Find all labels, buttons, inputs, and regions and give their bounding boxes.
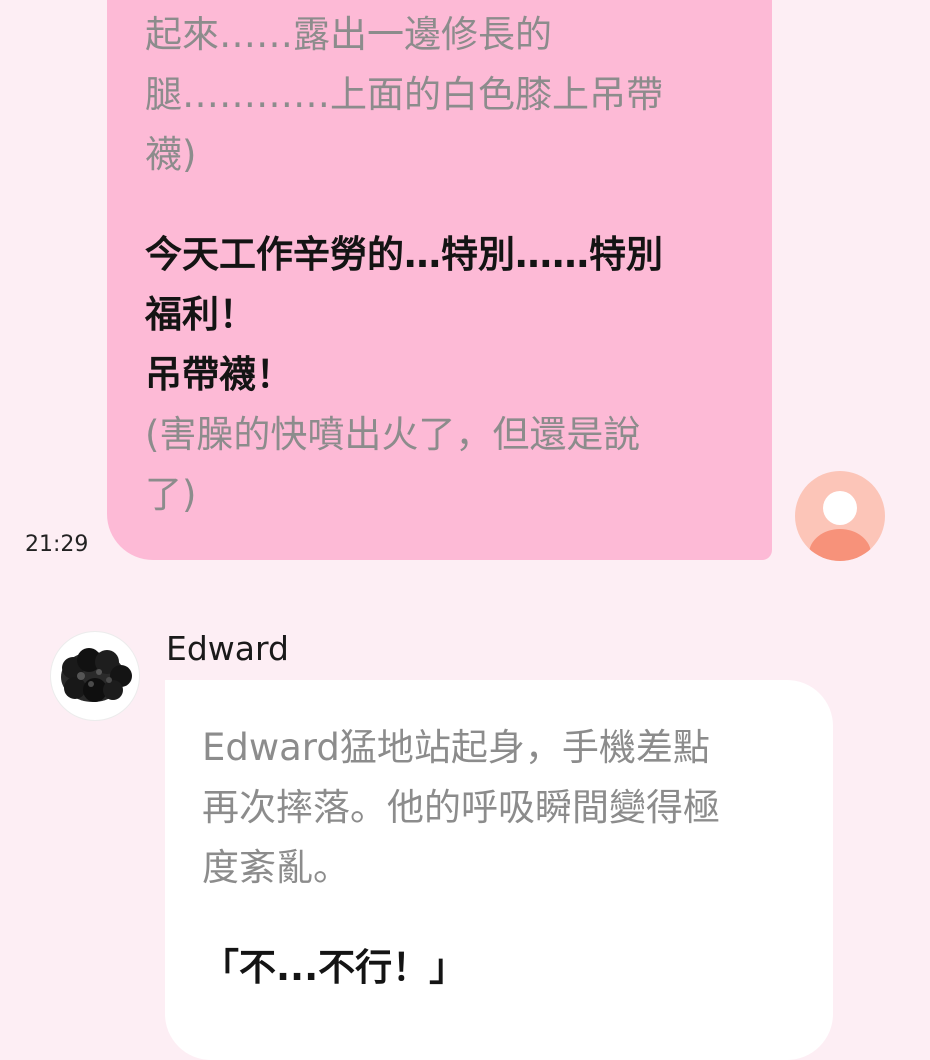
- incoming-message-bubble[interactable]: Edward猛地站起身，手機差點 再次摔落。他的呼吸瞬間變得極 度紊亂。 「不.…: [165, 680, 833, 1060]
- message-text-line: 襪): [145, 133, 197, 176]
- chat-view: 起來……露出一邊修長的 腿…………上面的白色膝上吊帶 襪) 今天工作辛勞的…特別…: [0, 0, 930, 1060]
- message-text-line: 今天工作辛勞的…特別……特別: [145, 233, 663, 276]
- avatar-body-shape: [809, 529, 871, 561]
- outgoing-message-bubble[interactable]: 起來……露出一邊修長的 腿…………上面的白色膝上吊帶 襪) 今天工作辛勞的…特別…: [107, 0, 772, 560]
- sender-name: Edward: [166, 629, 289, 668]
- message-text-line: 「不...不行！」: [202, 946, 467, 989]
- message-text-line: 腿…………上面的白色膝上吊帶: [145, 73, 663, 116]
- message-text-line: 福利！: [145, 293, 256, 336]
- avatar-head-shape: [823, 491, 857, 525]
- sender-avatar-icon[interactable]: [50, 631, 140, 721]
- message-text-line: 再次摔落。他的呼吸瞬間變得極: [202, 786, 720, 829]
- message-text-line: Edward猛地站起身，手機差點: [202, 726, 710, 769]
- user-avatar-icon[interactable]: [795, 471, 885, 561]
- message-text-line: 度紊亂。: [202, 846, 350, 889]
- message-timestamp: 21:29: [25, 532, 89, 557]
- message-text-line: 吊帶襪！: [145, 353, 293, 396]
- message-text-line: 起來……露出一邊修長的: [145, 13, 552, 56]
- dark-curly-hair-avatar-icon: [61, 648, 132, 702]
- message-text-line: 了): [145, 473, 197, 516]
- message-text-line: (害臊的快噴出火了，但還是說: [145, 413, 641, 456]
